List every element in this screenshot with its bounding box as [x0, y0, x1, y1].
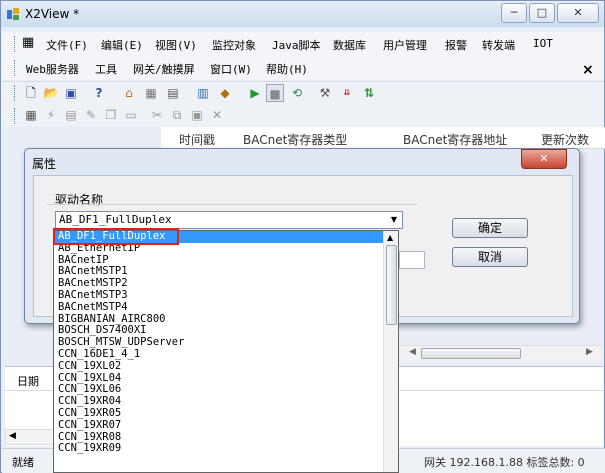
list-vscroll-thumb[interactable]: [386, 245, 397, 325]
printer-icon[interactable]: ▤: [164, 84, 182, 102]
run-icon[interactable]: ▶: [246, 84, 264, 102]
menu-java-script[interactable]: Java脚本: [272, 37, 321, 53]
toolbar-grip: [14, 108, 17, 124]
delete-icon[interactable]: ✕: [208, 106, 226, 124]
column-update-count[interactable]: 更新次数: [541, 131, 589, 148]
new-file-icon[interactable]: 🗋: [22, 84, 40, 102]
table-icon[interactable]: ▦: [22, 106, 40, 124]
driver-name-label: 驱动名称: [55, 193, 104, 207]
menu-database[interactable]: 数据库: [333, 37, 366, 53]
group-divider: [47, 204, 417, 205]
stop-icon[interactable]: ■: [266, 84, 284, 102]
app-icon: [6, 7, 20, 21]
status-gateway: 网关 192.168.1.88 标签总数: 0: [424, 456, 585, 469]
list-vscroll[interactable]: ▲: [383, 231, 398, 472]
mdi-close-button[interactable]: ×: [582, 62, 594, 78]
device-icon[interactable]: ▥: [194, 84, 212, 102]
mdi-icon: ▦: [22, 35, 35, 50]
dialog-title: 属性: [32, 157, 57, 171]
tag-icon[interactable]: ◆: [216, 84, 234, 102]
hscroll-thumb[interactable]: [421, 348, 521, 359]
menu-help[interactable]: 帮助(H): [266, 61, 308, 77]
column-bacnet-address[interactable]: BACnet寄存器地址: [403, 131, 507, 148]
close-button[interactable]: ✕: [557, 3, 599, 23]
doc-icon[interactable]: ▭: [122, 106, 140, 124]
driver-list-item[interactable]: CCN_19XR05: [54, 407, 398, 420]
scroll-up-icon[interactable]: ▲: [387, 233, 393, 242]
list-icon[interactable]: ▤: [62, 106, 80, 124]
cancel-button[interactable]: 取消: [452, 247, 528, 267]
menu-iot[interactable]: IOT: [533, 37, 553, 50]
save-icon[interactable]: ▣: [62, 84, 80, 102]
maximize-button[interactable]: □: [529, 3, 555, 23]
driver-list-item[interactable]: BACnetMSTP3: [54, 289, 398, 302]
driver-combobox-value: AB_DF1_FullDuplex: [59, 213, 172, 226]
driver-list-item[interactable]: CCN_16DE1_4_1: [54, 348, 398, 361]
open-folder-icon[interactable]: 📂: [42, 84, 60, 102]
menu-alarm[interactable]: 报警: [445, 37, 467, 53]
refresh-icon[interactable]: ⟲: [288, 84, 306, 102]
upload-download-icon[interactable]: ⇅: [360, 84, 378, 102]
menu-tools[interactable]: 工具: [95, 61, 117, 77]
copy-icon[interactable]: ⧉: [168, 106, 186, 124]
driver-combobox[interactable]: AB_DF1_FullDuplex ▼: [55, 211, 403, 229]
paste-icon[interactable]: ▣: [188, 106, 206, 124]
menu-gateway-touchscreen[interactable]: 网关/触摸屏: [133, 61, 195, 77]
home-icon[interactable]: ⌂: [120, 84, 138, 102]
window-title: X2View *: [25, 7, 80, 21]
driver-list-item[interactable]: CCN_19XR09: [54, 443, 398, 455]
column-timestamp[interactable]: 时间戳: [179, 131, 215, 148]
cut-icon[interactable]: ✂: [148, 106, 166, 124]
menu-bar: ▦ 文件(F) 编辑(E) 视图(V) 监控对象 Java脚本 数据库 用户管理…: [2, 32, 604, 80]
selection-highlight-box: [53, 228, 179, 245]
minimize-button[interactable]: ─: [501, 3, 527, 23]
toolbar-grip: [14, 36, 17, 52]
menu-edit[interactable]: 编辑(E): [101, 37, 143, 53]
column-bacnet-type[interactable]: BACnet寄存器类型: [243, 131, 347, 148]
log-column-date[interactable]: 日期: [17, 373, 39, 389]
load-icon[interactable]: ⇊: [338, 84, 356, 102]
driver-list-item[interactable]: CCN_19XL02: [54, 360, 398, 373]
standard-toolbar: 🗋 📂 ▣ ? ⌂ ▦ ▤ ▥ ◆ ▶ ■ ⟲ ⚒ ⇊ ⇅: [20, 84, 420, 104]
edit-icon[interactable]: ✎: [82, 106, 100, 124]
scroll-right-icon[interactable]: ▶: [586, 347, 593, 357]
scroll-left-icon[interactable]: ◀: [409, 347, 416, 357]
menu-window[interactable]: 窗口(W): [210, 61, 252, 77]
grid-header: 时间戳 BACnet寄存器类型 BACnet寄存器地址 更新次数: [161, 127, 605, 149]
dialog-close-button[interactable]: ✕: [521, 149, 567, 169]
menu-monitor-object[interactable]: 监控对象: [212, 37, 256, 53]
driver-list-item[interactable]: BACnetMSTP4: [54, 301, 398, 314]
chevron-down-icon[interactable]: ▼: [386, 212, 402, 228]
grid-hscroll[interactable]: ◀ ▶: [401, 345, 601, 361]
status-ready: 就绪: [12, 456, 34, 469]
driver-list-items: AB_DF1_FullDuplex AB_EthernetIP BACnetIP BA…: [54, 231, 398, 455]
wand-icon[interactable]: ⚡: [42, 106, 60, 124]
menu-file[interactable]: 文件(F): [46, 37, 88, 53]
toolbar-grip: [14, 85, 17, 101]
ok-button[interactable]: 确定: [452, 218, 528, 238]
toolbar-grip: [14, 60, 17, 76]
copy-doc-icon[interactable]: ❐: [102, 106, 120, 124]
menu-forwarder[interactable]: 转发端: [482, 37, 515, 53]
toolbar: 🗋 📂 ▣ ? ⌂ ▦ ▤ ▥ ◆ ▶ ■ ⟲ ⚒ ⇊ ⇅ ▦ ⚡ ▤ ✎ ❐ …: [2, 81, 604, 126]
menu-user-management[interactable]: 用户管理: [383, 37, 427, 53]
title-bar: X2View * ─ □ ✕: [1, 1, 604, 27]
driver-list-item[interactable]: CCN_19XR07: [54, 419, 398, 432]
tools-icon[interactable]: ⚒: [316, 84, 334, 102]
edit-toolbar: ▦ ⚡ ▤ ✎ ❐ ▭ ✂ ⧉ ▣ ✕: [20, 106, 260, 126]
scroll-left-icon[interactable]: ◀: [9, 431, 16, 441]
log-hscroll[interactable]: ◀: [5, 429, 55, 445]
grid-icon[interactable]: ▦: [142, 84, 160, 102]
help-icon[interactable]: ?: [90, 84, 108, 102]
menu-web-server[interactable]: Web服务器: [26, 61, 79, 77]
menu-view[interactable]: 视图(V): [155, 37, 197, 53]
driver-dropdown-list[interactable]: AB_DF1_FullDuplex AB_EthernetIP BACnetIP BA…: [53, 230, 399, 473]
dialog-text-field[interactable]: [399, 251, 425, 269]
